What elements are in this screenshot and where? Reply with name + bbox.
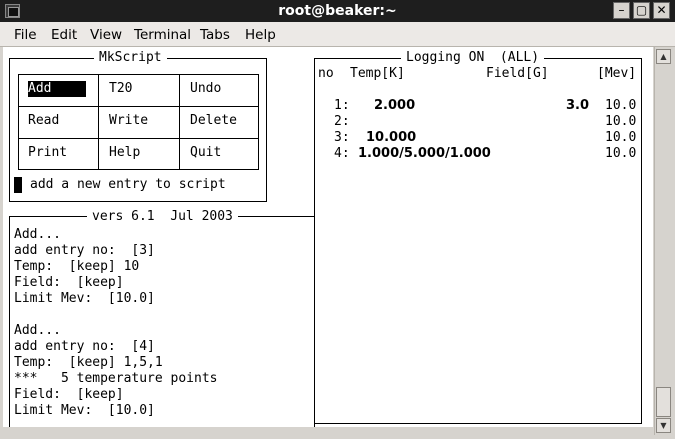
logging-panel-title: Logging ON (ALL) <box>401 50 545 66</box>
menu-help[interactable]: Help <box>245 27 276 43</box>
maximize-icon[interactable]: ▢ <box>633 2 650 19</box>
menu-tabs[interactable]: Tabs <box>200 27 230 43</box>
menu-bar: File Edit View Terminal Tabs Help <box>0 22 675 47</box>
terminal-screen[interactable]: MkScript Add T20 Undo Read Write Delete … <box>3 47 653 427</box>
log-line: *** 5 temperature points <box>14 371 218 386</box>
log-line: Limit Mev: [10.0] <box>14 291 155 306</box>
log-line: add entry no: [3] <box>14 243 155 258</box>
help-button[interactable]: Help <box>109 145 140 161</box>
log-line: Add... <box>14 323 61 338</box>
vertical-scrollbar[interactable]: ▲ ▼ <box>654 47 672 435</box>
cursor-block <box>14 177 22 193</box>
log-line: add entry no: [4] <box>14 339 155 354</box>
scrollbar-thumb[interactable] <box>656 387 671 417</box>
menu-terminal[interactable]: Terminal <box>134 27 191 43</box>
row-temp: 1.000/5.000/1.000 <box>358 146 491 161</box>
t20-button[interactable]: T20 <box>109 81 132 97</box>
log-line: Limit Mev: [10.0] <box>14 403 155 418</box>
column-header-temp: Temp[K] <box>350 66 405 81</box>
window-title: root@beaker:~ <box>278 3 397 19</box>
row-temp: 10.000 <box>366 130 417 145</box>
column-header-field: Field[G] <box>486 66 549 81</box>
minimize-icon[interactable]: – <box>613 2 630 19</box>
close-icon[interactable]: ✕ <box>653 2 670 19</box>
row-temp: 2.000 <box>374 98 416 113</box>
read-button[interactable]: Read <box>28 113 59 129</box>
scroll-down-icon[interactable]: ▼ <box>656 418 671 433</box>
logging-panel-frame <box>314 58 642 424</box>
row-mev: 10.0 <box>605 98 637 113</box>
add-button[interactable]: Add <box>28 81 86 97</box>
row-mev: 10.0 <box>605 146 637 161</box>
write-button[interactable]: Write <box>109 113 148 129</box>
row-mev: 10.0 <box>605 130 637 145</box>
log-line: Field: [keep] <box>14 387 124 402</box>
delete-button[interactable]: Delete <box>190 113 237 129</box>
column-header-mev: [Mev] <box>597 66 637 81</box>
row-no: 3: <box>334 130 350 145</box>
mkscript-title: MkScript <box>94 50 167 66</box>
scroll-up-icon[interactable]: ▲ <box>656 49 671 64</box>
row-mev: 10.0 <box>605 114 637 129</box>
row-no: 2: <box>334 114 350 129</box>
menu-edit[interactable]: Edit <box>51 27 77 43</box>
quit-button[interactable]: Quit <box>190 145 221 161</box>
log-line: Temp: [keep] 1,5,1 <box>14 355 163 370</box>
log-line: Field: [keep] <box>14 275 124 290</box>
menu-view[interactable]: View <box>90 27 122 43</box>
column-header-no: no <box>318 66 334 81</box>
log-line: Temp: [keep] 10 <box>14 259 140 274</box>
log-line: Add... <box>14 227 61 242</box>
window-titlebar[interactable]: root@beaker:~ – ▢ ✕ <box>0 0 675 22</box>
row-no: 4: <box>334 146 350 161</box>
log-panel-title: vers 6.1 Jul 2003 <box>87 209 238 225</box>
menu-file[interactable]: File <box>14 27 37 43</box>
row-no: 1: <box>334 98 350 113</box>
undo-button[interactable]: Undo <box>190 81 221 97</box>
row-field: 3.0 <box>566 98 590 113</box>
mkscript-status: add a new entry to script <box>30 177 226 192</box>
print-button[interactable]: Print <box>28 145 67 161</box>
